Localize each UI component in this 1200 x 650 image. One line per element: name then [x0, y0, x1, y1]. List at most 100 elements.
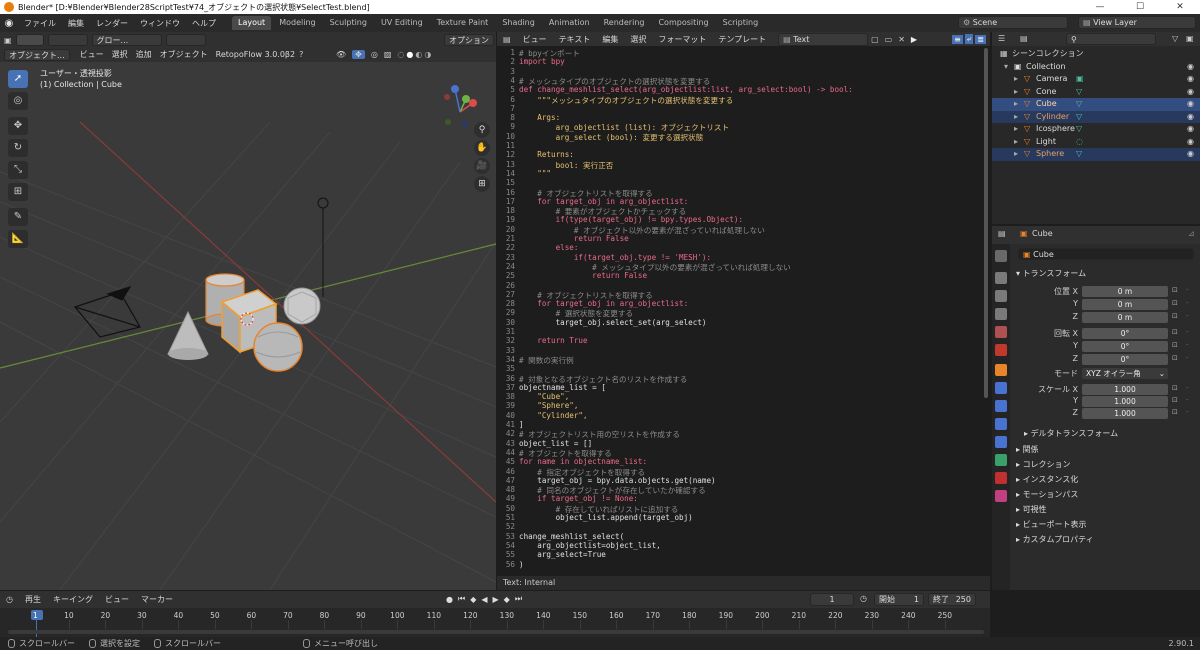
- visibility-eye-icon[interactable]: ◉: [1187, 136, 1194, 149]
- menu-help[interactable]: ヘルプ: [186, 18, 222, 29]
- world-tab-icon[interactable]: [995, 344, 1007, 356]
- outliner-scene-collection[interactable]: ▦ シーンコレクション: [992, 48, 1200, 61]
- cone-object[interactable]: [167, 310, 209, 360]
- move-tool-icon[interactable]: ✥: [8, 117, 28, 135]
- text-menu-templates[interactable]: テンプレート: [712, 34, 772, 45]
- navigation-gizmo[interactable]: [444, 85, 477, 127]
- help-icon[interactable]: ?: [299, 50, 303, 59]
- rotation-z-field[interactable]: 0°: [1082, 354, 1168, 365]
- close-icon[interactable]: ✕: [1160, 0, 1200, 14]
- pan-hand-icon[interactable]: ✋: [474, 140, 490, 156]
- shading-solid-icon[interactable]: ●: [406, 50, 413, 59]
- lock-icon[interactable]: ⊡: [1172, 354, 1178, 362]
- lock-icon[interactable]: ⊡: [1172, 408, 1178, 416]
- menu-edit[interactable]: 編集: [62, 18, 90, 29]
- keyframe-dot-icon[interactable]: ·: [1186, 384, 1188, 392]
- lock-icon[interactable]: ⊡: [1172, 328, 1178, 336]
- new-text-icon[interactable]: ▢: [868, 35, 882, 44]
- outliner-item-cone[interactable]: ▸ ▽ Cone ▽ ◉: [992, 86, 1200, 99]
- property-section-header[interactable]: ▸ コレクション: [1016, 459, 1071, 470]
- select-tool-icon[interactable]: ➚: [8, 70, 28, 88]
- mesh-data-icon[interactable]: ▽: [1076, 98, 1082, 111]
- tab-uv-editing[interactable]: UV Editing: [375, 16, 429, 30]
- expand-arrow-icon[interactable]: ▸: [1014, 123, 1018, 136]
- lock-icon[interactable]: ⊡: [1172, 341, 1178, 349]
- cursor-tool-icon[interactable]: ◎: [8, 92, 28, 110]
- outliner-item-cube[interactable]: ▸ ▽ Cube ▽ ◉: [992, 98, 1200, 111]
- open-text-icon[interactable]: ▭: [882, 35, 896, 44]
- play-icon[interactable]: ▶: [493, 595, 499, 604]
- keyframe-dot-icon[interactable]: ·: [1186, 312, 1188, 320]
- mesh-data-icon[interactable]: ▽: [1076, 123, 1082, 136]
- text-menu-text[interactable]: テキスト: [553, 34, 597, 45]
- visibility-icon[interactable]: 👁: [336, 50, 346, 59]
- text-menu-format[interactable]: フォーマット: [652, 34, 712, 45]
- outliner-type-icon[interactable]: ☰: [998, 34, 1005, 43]
- start-frame-field[interactable]: 開始 1: [874, 593, 924, 606]
- measure-tool-icon[interactable]: 📐: [8, 230, 28, 248]
- word-wrap-toggle-icon[interactable]: ⤶: [964, 34, 974, 44]
- visibility-eye-icon[interactable]: ◉: [1187, 111, 1194, 124]
- select-mode-buttons[interactable]: [15, 34, 44, 46]
- mesh-data-icon[interactable]: ▽: [1076, 111, 1082, 124]
- play-reverse-icon[interactable]: ◀: [481, 595, 487, 604]
- minimize-icon[interactable]: —: [1080, 0, 1120, 14]
- physics-tab-icon[interactable]: [995, 418, 1007, 430]
- menu-window[interactable]: ウィンドウ: [134, 18, 186, 29]
- expand-arrow-icon[interactable]: ▸: [1014, 98, 1018, 111]
- tab-texture-paint[interactable]: Texture Paint: [431, 16, 495, 30]
- transform-tool-icon[interactable]: ⊞: [8, 183, 28, 201]
- tab-modeling[interactable]: Modeling: [273, 16, 321, 30]
- scene-tab-icon[interactable]: [995, 326, 1007, 338]
- expand-arrow-icon[interactable]: ▸: [1014, 111, 1018, 124]
- modifiers-tab-icon[interactable]: [995, 382, 1007, 394]
- viewport-menu-select[interactable]: 選択: [108, 49, 132, 60]
- gizmo-toggle-icon[interactable]: ✥: [352, 50, 365, 59]
- keyframe-dot-icon[interactable]: ·: [1186, 396, 1188, 404]
- maximize-icon[interactable]: ☐: [1120, 0, 1160, 14]
- view-layer-tab-icon[interactable]: [995, 308, 1007, 320]
- pin-icon[interactable]: ⊿: [1188, 229, 1195, 238]
- end-frame-field[interactable]: 終了 250: [928, 593, 976, 606]
- tab-rendering[interactable]: Rendering: [598, 16, 651, 30]
- next-keyframe-icon[interactable]: ◆: [504, 595, 510, 604]
- tool-tab-icon[interactable]: [995, 250, 1007, 262]
- scale-z-field[interactable]: 1.000: [1082, 408, 1168, 419]
- timeline-type-icon[interactable]: ◷: [0, 595, 19, 604]
- timeline-scrollbar[interactable]: [8, 630, 984, 634]
- outliner-search-input[interactable]: ⚲: [1066, 33, 1156, 45]
- scale-y-field[interactable]: 1.000: [1082, 396, 1168, 407]
- outliner-item-icosphere[interactable]: ▸ ▽ Icosphere ▽ ◉: [992, 123, 1200, 136]
- property-section-header[interactable]: ▸ カスタムプロパティ: [1016, 534, 1094, 545]
- xray-toggle-icon[interactable]: ▨: [384, 50, 392, 59]
- data-tab-icon[interactable]: [995, 454, 1007, 466]
- menu-render[interactable]: レンダー: [90, 18, 134, 29]
- visibility-eye-icon[interactable]: ◉: [1187, 148, 1194, 161]
- constraints-tab-icon[interactable]: [995, 436, 1007, 448]
- text-menu-edit[interactable]: 編集: [596, 34, 624, 45]
- location-z-field[interactable]: 0 m: [1082, 312, 1168, 323]
- delta-transform-header[interactable]: ▸ デルタトランスフォーム: [1024, 428, 1118, 439]
- keyframe-dot-icon[interactable]: ·: [1186, 341, 1188, 349]
- outliner-item-sphere[interactable]: ▸ ▽ Sphere ▽ ◉: [992, 148, 1200, 161]
- scale-tool-icon[interactable]: ⤡: [8, 161, 28, 179]
- rotation-mode-dropdown[interactable]: XYZ オイラー角 ⌄: [1082, 368, 1168, 379]
- options-dropdown[interactable]: オプション: [444, 34, 494, 46]
- sphere-object[interactable]: [253, 322, 303, 372]
- visibility-eye-icon[interactable]: ◉: [1187, 123, 1194, 136]
- scale-x-field[interactable]: 1.000: [1082, 384, 1168, 395]
- outliner-item-collection[interactable]: ▾ ▣ Collection ◉: [992, 61, 1200, 74]
- location-x-field[interactable]: 0 m: [1082, 286, 1168, 297]
- retopoflow-menu[interactable]: RetopoFlow 3.0.0β2: [212, 50, 299, 59]
- 3d-viewport[interactable]: ユーザー・透視投影 (1) Collection | Cube ➚ ◎ ✥ ↻ …: [0, 62, 496, 590]
- timeline-menu-playback[interactable]: 再生: [19, 594, 47, 605]
- visibility-eye-icon[interactable]: ◉: [1187, 86, 1194, 99]
- display-mode-icon[interactable]: ▤: [1020, 34, 1028, 43]
- particles-tab-icon[interactable]: [995, 400, 1007, 412]
- lock-icon[interactable]: ⊡: [1172, 299, 1178, 307]
- object-tab-icon[interactable]: [995, 364, 1007, 376]
- viewport-menu-add[interactable]: 追加: [132, 49, 156, 60]
- blender-menu-icon[interactable]: ◉: [0, 18, 18, 29]
- rotation-x-field[interactable]: 0°: [1082, 328, 1168, 339]
- property-section-header[interactable]: ▸ ビューポート表示: [1016, 519, 1087, 530]
